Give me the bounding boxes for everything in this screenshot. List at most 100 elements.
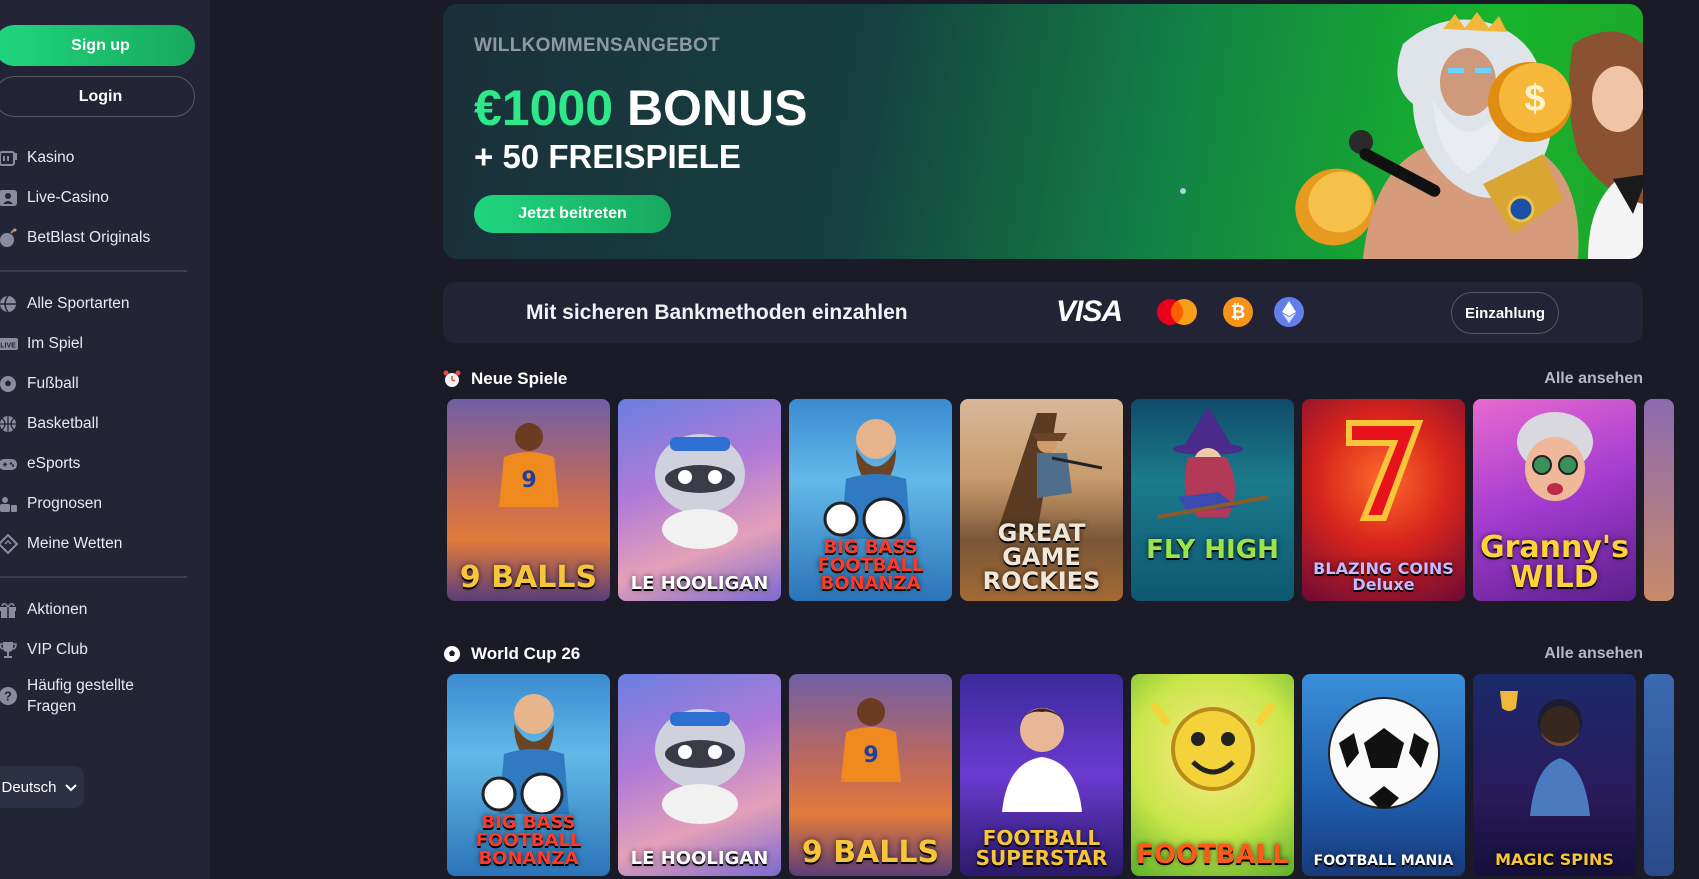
game-tile[interactable]: FLY HIGH [1131, 399, 1294, 601]
section-header-neue-spiele: Neue Spiele Alle ansehen [443, 367, 1643, 391]
game-tile[interactable]: MAGIC SPINS [1473, 674, 1636, 876]
sidebar: Sign up Login Kasino Live-Casino BetBlas… [0, 0, 210, 879]
join-now-button[interactable]: Jetzt beitreten [474, 195, 671, 233]
svg-text:?: ? [4, 689, 12, 704]
sidebar-item-label: Kasino [27, 149, 75, 166]
welcome-banner[interactable]: WILLKOMMENSANGEBOT €1000 BONUS + 50 FREI… [443, 4, 1643, 259]
sidebar-item-label: Fußball [27, 375, 79, 392]
signup-button[interactable]: Sign up [0, 25, 195, 66]
sidebar-item-fussball[interactable]: Fußball [0, 364, 195, 404]
people-icon [0, 494, 18, 514]
view-all-link[interactable]: Alle ansehen [1544, 645, 1643, 663]
language-label: Deutsch [1, 778, 57, 796]
slot-machine-icon [0, 148, 18, 168]
granny-figure [1516, 412, 1593, 501]
sidebar-item-basketball[interactable]: Basketball [0, 404, 195, 444]
gift-icon [0, 600, 18, 620]
sidebar-item-label: Basketball [27, 415, 99, 432]
payment-methods-bar: Mit sicheren Bankmethoden einzahlen VISA… [443, 282, 1643, 343]
bitcoin-icon: ₿ [1223, 297, 1253, 327]
games-row-world-cup: BIG BASS FOOTBALL BONANZA LE HOOLIGAN 9 … [447, 674, 1677, 876]
chevron-down-icon [64, 779, 77, 796]
svg-text:LIVE: LIVE [0, 343, 16, 350]
game-tile[interactable]: 9 9 BALLS [447, 399, 610, 601]
game-tile[interactable]: BIG BASS FOOTBALL BONANZA [789, 399, 952, 601]
games-row-neue-spiele: 9 9 BALLS LE HOOLIGAN BIG BASS FOOTBALL … [447, 399, 1677, 601]
game-tile[interactable]: FOOTBALL MANIA [1302, 674, 1465, 876]
section-title: Neue Spiele [471, 369, 568, 388]
deposit-button[interactable]: Einzahlung [1451, 292, 1559, 334]
banner-subtitle: + 50 FREISPIELE [474, 138, 741, 175]
game-tile[interactable]: Granny's WILD [1473, 399, 1636, 601]
svg-text:9: 9 [863, 743, 878, 768]
game-tile[interactable]: FOOTBALL SUPERSTAR [960, 674, 1123, 876]
view-all-link[interactable]: Alle ansehen [1544, 370, 1643, 388]
live-dealer-icon [0, 188, 18, 208]
gamepad-icon [0, 454, 18, 474]
smiley-ball-icon [1149, 701, 1276, 791]
sidebar-item-im-spiel[interactable]: LIVE Im Spiel [0, 324, 195, 364]
sidebar-item-alle-sportarten[interactable]: Alle Sportarten [0, 284, 195, 324]
game-tile[interactable]: GREAT GAME ROCKIES [960, 399, 1123, 601]
sidebar-item-esports[interactable]: eSports [0, 444, 195, 484]
svg-text:9: 9 [521, 468, 536, 493]
footballer-figure [1001, 708, 1082, 812]
ethereum-icon [1274, 297, 1304, 327]
payment-text: Mit sicheren Bankmethoden einzahlen [526, 301, 908, 324]
game-title: GREAT GAME ROCKIES [982, 519, 1101, 595]
sidebar-item-label: BetBlast Originals [27, 229, 151, 246]
game-title: MAGIC SPINS [1495, 850, 1614, 869]
bonus-label: BONUS [613, 80, 808, 136]
game-title: BLAZING COINS Deluxe [1313, 559, 1454, 594]
game-tile[interactable]: BIG BASS FOOTBALL BONANZA [447, 674, 610, 876]
hunter-figure [996, 413, 1102, 533]
game-tile[interactable]: LE HOOLIGAN [618, 399, 781, 601]
nav-casino-group: Kasino Live-Casino BetBlast Originals [0, 138, 195, 258]
seven-icon [1345, 420, 1423, 521]
bomb-icon [0, 228, 18, 248]
nav-extra-group: Aktionen VIP Club ? Häufig gestellte Fra… [0, 590, 195, 722]
live-icon: LIVE [0, 334, 18, 354]
soccer-ball-icon [443, 645, 461, 663]
language-selector[interactable]: Deutsch [0, 766, 84, 808]
question-icon: ? [0, 686, 18, 706]
fisherman-figure [823, 419, 911, 539]
witch-figure [1157, 407, 1268, 519]
soccer-icon [0, 374, 18, 394]
sidebar-item-betblast-originals[interactable]: BetBlast Originals [0, 218, 195, 258]
banner-kicker: WILLKOMMENSANGEBOT [474, 35, 721, 56]
svg-text:$: $ [1524, 78, 1545, 120]
game-tile[interactable]: BLAZING COINS Deluxe [1302, 399, 1465, 601]
sidebar-item-live-casino[interactable]: Live-Casino [0, 178, 195, 218]
soccer-ball-icon [1327, 697, 1440, 809]
player-figure: 9 [840, 698, 901, 782]
sidebar-item-prognosen[interactable]: Prognosen [0, 484, 195, 524]
sidebar-item-label: Aktionen [27, 601, 88, 618]
game-title: BIG BASS FOOTBALL BONANZA [817, 537, 924, 594]
game-tile[interactable]: FOOTBALL [1131, 674, 1294, 876]
dollar-coin-icon: $ [1488, 62, 1572, 142]
sidebar-item-label: Prognosen [27, 495, 102, 512]
sidebar-item-meine-wetten[interactable]: Meine Wetten [0, 524, 195, 564]
game-title: FOOTBALL [1136, 840, 1289, 870]
game-title: BIG BASS FOOTBALL BONANZA [475, 812, 582, 869]
player-figure: 9 [498, 423, 559, 507]
sidebar-item-vip-club[interactable]: VIP Club [0, 630, 195, 670]
game-title: FOOTBALL SUPERSTAR [975, 826, 1108, 870]
mastercard-icon [1157, 299, 1197, 325]
fisherman-figure [481, 694, 569, 814]
trophy-icon [0, 640, 18, 660]
game-tile[interactable]: LE HOOLIGAN [618, 674, 781, 876]
sidebar-item-label: Alle Sportarten [27, 295, 130, 312]
game-tile-partial[interactable] [1644, 399, 1674, 601]
sidebar-item-label: VIP Club [27, 641, 88, 658]
section-title: World Cup 26 [471, 644, 581, 663]
trophy-player-figure [1499, 691, 1590, 816]
game-tile-partial[interactable] [1644, 674, 1674, 876]
sidebar-item-aktionen[interactable]: Aktionen [0, 590, 195, 630]
game-tile[interactable]: 9 9 BALLS [789, 674, 952, 876]
sidebar-item-faq[interactable]: ? Häufig gestellte Fragen [0, 670, 195, 722]
login-button[interactable]: Login [0, 76, 195, 117]
ball-icon [0, 294, 18, 314]
sidebar-item-kasino[interactable]: Kasino [0, 138, 195, 178]
